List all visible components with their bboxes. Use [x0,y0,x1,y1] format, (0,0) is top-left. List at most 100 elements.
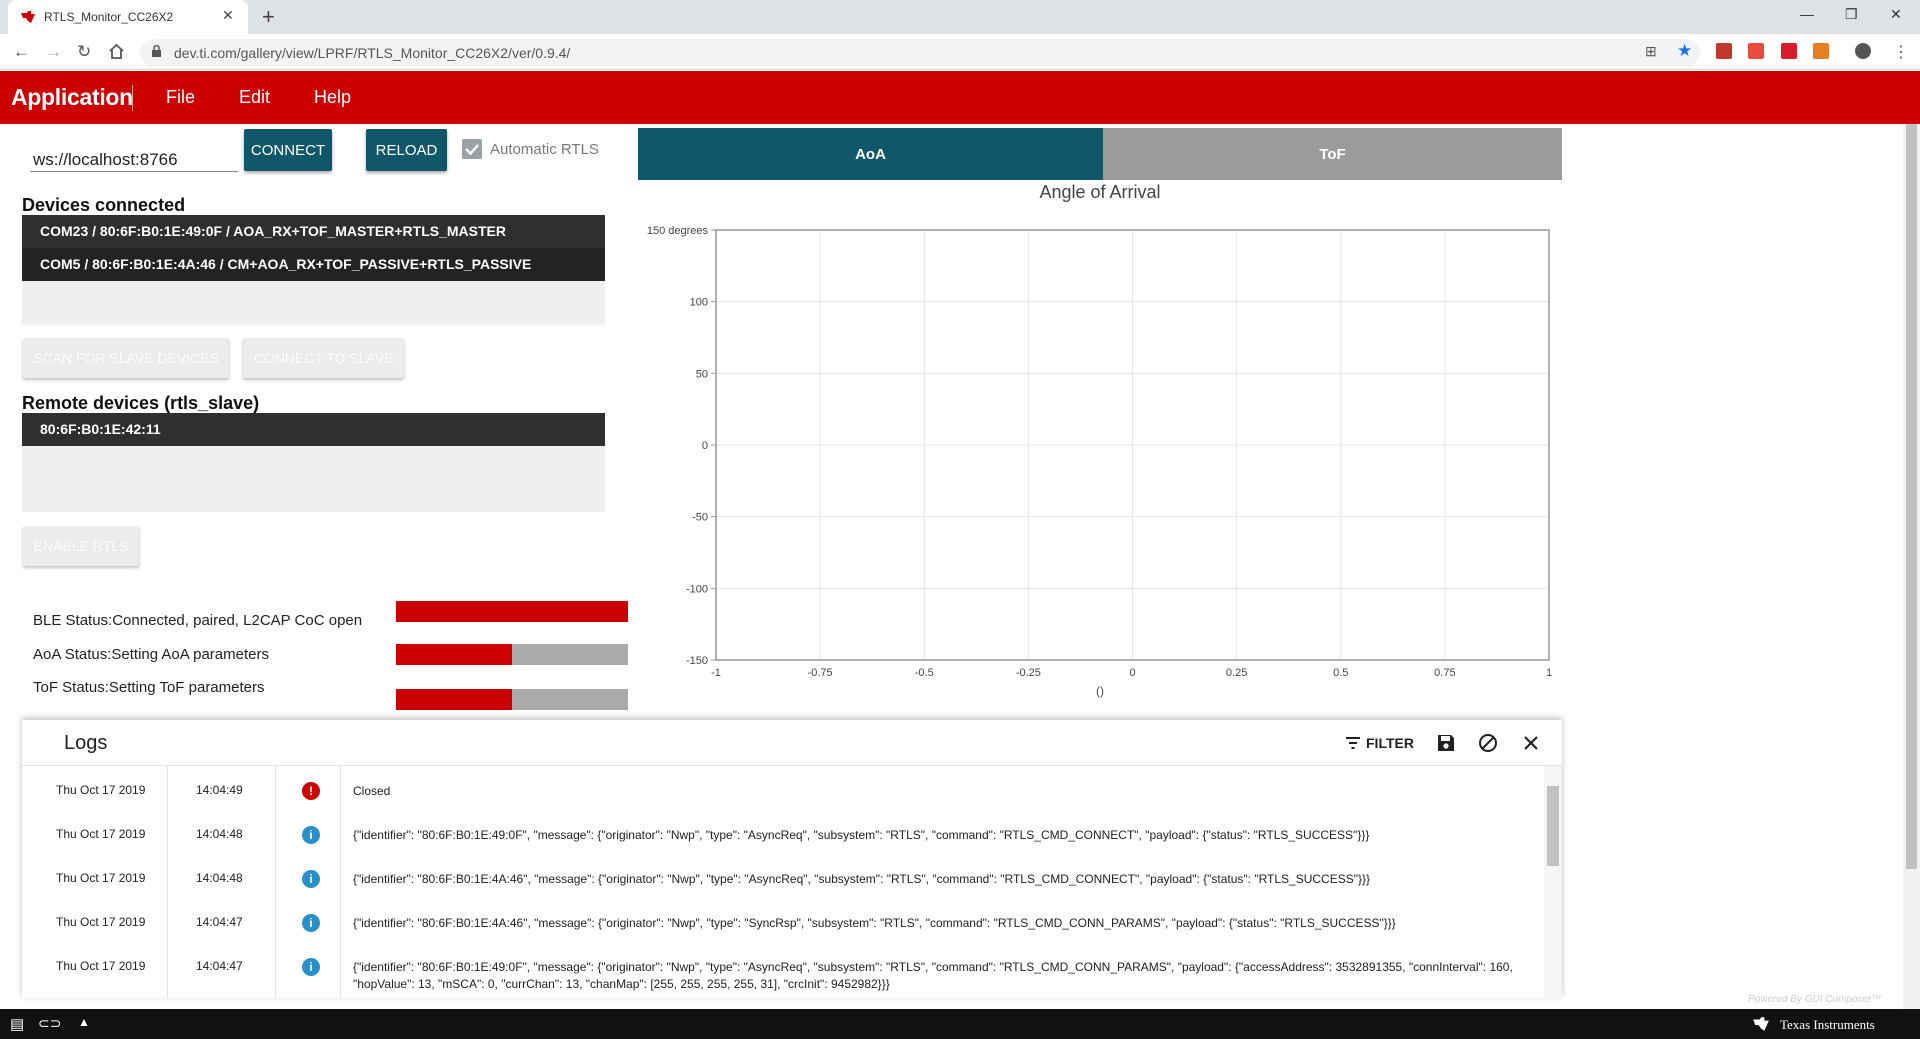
browser-tab[interactable]: RTLS_Monitor_CC26X2 ✕ [8,0,248,34]
translate-icon[interactable]: ⊞ [1645,43,1657,60]
pocket-extension-icon[interactable] [1748,43,1764,59]
angle-of-arrival-chart: Angle of Arrival 150 degrees100500-50-10… [647,182,1552,698]
enable-rtls-button[interactable]: ENABLE RTLS [23,526,139,566]
profile-icon[interactable] [1855,43,1871,59]
close-logs-icon[interactable] [1520,732,1542,754]
automatic-rtls-checkbox[interactable] [462,139,482,159]
pdf-extension-icon[interactable] [1716,43,1732,59]
filter-button[interactable]: FILTER [1366,735,1414,751]
log-message: Closed [353,784,391,798]
devices-list-empty-area [22,281,605,325]
page-scrollbar[interactable] [1903,124,1920,1009]
tof-status-bar [396,689,628,710]
logs-scrollbar[interactable] [1544,766,1562,998]
chevron-up-icon[interactable]: ▲ [78,1015,90,1029]
forward-icon[interactable]: → [45,42,62,62]
x-tick-label: -0.5 [915,667,934,679]
notes-icon[interactable]: ▤ [10,1015,24,1033]
x-tick-label: 1 [1546,667,1552,679]
browser-tabstrip: RTLS_Monitor_CC26X2 ✕ + — ❐ ✕ [0,0,1920,34]
minimize-icon[interactable]: — [1800,6,1814,22]
log-row: Thu Oct 17 2019 14:04:48 i {"identifier"… [22,821,1542,865]
y-tick-label: 100 [690,297,708,309]
remote-list-empty-area [22,446,605,512]
log-date: Thu Oct 17 2019 [56,783,146,797]
clear-logs-icon[interactable] [1477,732,1499,754]
tof-status-label: ToF Status:Setting ToF parameters [33,679,265,696]
log-row: Thu Oct 17 2019 14:04:47 i {"identifier"… [22,909,1542,953]
back-icon[interactable]: ← [13,42,30,62]
connect-to-slave-button[interactable]: CONNECT TO SLAVE [243,338,404,378]
extension-icon[interactable] [1781,43,1797,59]
extension-icon[interactable] [1813,43,1829,59]
reload-icon[interactable]: ↻ [77,42,91,62]
tab-title: RTLS_Monitor_CC26X2 [44,10,174,24]
filter-icon[interactable] [1344,734,1362,752]
footer-brand: Texas Instruments [1780,1017,1875,1032]
log-date: Thu Oct 17 2019 [56,827,146,841]
status-bar-fill [396,689,512,710]
log-date: Thu Oct 17 2019 [56,871,146,885]
device-row[interactable]: COM23 / 80:6F:B0:1E:49:0F / AOA_RX+TOF_M… [22,215,605,248]
home-icon[interactable] [108,43,125,60]
log-time: 14:04:48 [196,871,243,885]
header-divider [132,85,133,111]
log-row: Thu Oct 17 2019 14:04:49 ! Closed [22,777,1542,821]
reload-button[interactable]: RELOAD [366,129,447,171]
y-tick-label: 0 [702,440,708,452]
app-header: Application File Edit Help [0,71,1920,124]
log-message: {"identifier": "80:6F:B0:1E:4A:46", "mes… [353,872,1371,886]
log-message: {"identifier": "80:6F:B0:1E:4A:46", "mes… [353,916,1396,930]
browser-menu-icon[interactable]: ⋮ [1893,42,1909,62]
close-window-icon[interactable]: ✕ [1890,6,1902,23]
close-tab-icon[interactable]: ✕ [222,7,234,24]
page-scroll-thumb[interactable] [1906,124,1917,869]
bookmark-star-icon[interactable]: ★ [1677,41,1692,61]
remote-devices-title: Remote devices (rtls_slave) [22,393,260,413]
info-icon: i [302,826,320,844]
log-time: 14:04:47 [196,915,243,929]
logs-header: Logs FILTER [22,720,1562,766]
error-icon: ! [302,782,320,800]
aoa-status-label: AoA Status:Setting AoA parameters [33,646,269,663]
info-icon: i [302,914,320,932]
log-row: Thu Oct 17 2019 14:04:47 i {"identifier"… [22,953,1542,995]
connect-button[interactable]: CONNECT [244,129,332,171]
info-icon: i [302,870,320,888]
save-icon[interactable] [1435,732,1457,754]
log-date: Thu Oct 17 2019 [56,959,146,973]
status-footer: ▤ ⊂⊃ ▲ Texas Instruments [0,1009,1920,1039]
address-bar[interactable]: dev.ti.com/gallery/view/LPRF/RTLS_Monito… [140,39,1700,66]
status-bar-fill [396,644,512,665]
url-text: dev.ti.com/gallery/view/LPRF/RTLS_Monito… [174,45,571,61]
logs-scroll-thumb[interactable] [1547,786,1559,866]
connection-icon[interactable]: ⊂⊃ [38,1015,61,1032]
y-tick-label: 150 degrees [647,225,709,237]
browser-toolbar: ← → ↻ dev.ti.com/gallery/view/LPRF/RTLS_… [0,34,1920,70]
maximize-icon[interactable]: ❐ [1845,6,1858,23]
status-bar-fill [396,601,628,622]
chart-xlabel: () [1096,684,1104,698]
x-tick-label: 0.75 [1434,667,1455,679]
x-tick-label: 0 [1129,667,1135,679]
log-row: Thu Oct 17 2019 14:04:48 i {"identifier"… [22,865,1542,909]
log-date: Thu Oct 17 2019 [56,915,146,929]
ti-logo-icon [1753,1017,1769,1031]
tab-aoa[interactable]: AoA [638,128,1103,180]
ble-status-bar [396,601,628,622]
y-tick-label: 50 [696,368,708,380]
y-tick-label: -150 [686,655,708,667]
menu-help[interactable]: Help [314,87,351,108]
menu-edit[interactable]: Edit [239,87,270,108]
device-row[interactable]: COM5 / 80:6F:B0:1E:4A:46 / CM+AOA_RX+TOF… [22,248,605,281]
scan-slave-devices-button[interactable]: SCAN FOR SLAVE DEVICES [23,338,229,378]
websocket-url-input[interactable] [30,148,238,172]
remote-device-row[interactable]: 80:6F:B0:1E:42:11 [22,413,605,446]
ble-status-label: BLE Status:Connected, paired, L2CAP CoC … [33,612,363,629]
tab-tof[interactable]: ToF [1103,128,1562,180]
logs-title: Logs [64,732,108,754]
new-tab-icon[interactable]: + [262,4,275,30]
automatic-rtls-label: Automatic RTLS [490,141,599,158]
menu-file[interactable]: File [166,87,195,108]
log-message: {"identifier": "80:6F:B0:1E:49:0F", "mes… [353,828,1370,842]
